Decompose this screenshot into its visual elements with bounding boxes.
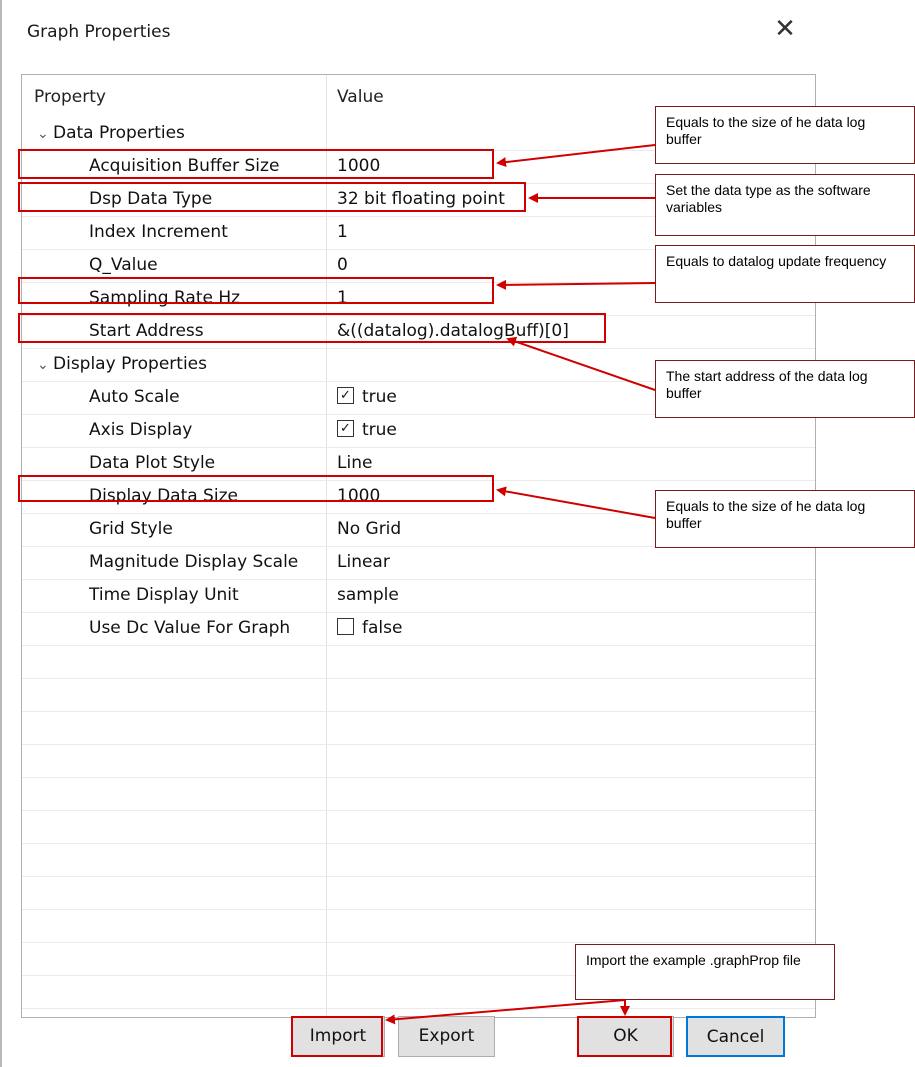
checkbox-checked[interactable]: ✓ [337, 386, 354, 404]
property-name: Q_Value [89, 255, 158, 275]
checkbox-checked[interactable]: ✓ [337, 419, 354, 437]
property-row[interactable]: Use Dc Value For Graph false [22, 612, 815, 646]
property-value[interactable]: false [337, 612, 402, 645]
checkbox-value: true [362, 387, 397, 407]
value-column-header[interactable]: Value [337, 75, 384, 119]
property-name: Start Address [89, 321, 204, 341]
ok-button[interactable]: OK [577, 1016, 674, 1057]
window-edge [0, 0, 2, 1067]
property-name: Use Dc Value For Graph [89, 618, 291, 638]
callout-display-size: Equals to the size of he data log buffer [655, 490, 915, 548]
category-data-properties: ⌄ Data Properties [37, 117, 185, 150]
close-icon[interactable]: ✕ [770, 14, 800, 44]
empty-row [22, 744, 815, 778]
property-value[interactable]: 1000 [337, 150, 380, 183]
checkbox-value: false [362, 618, 403, 638]
callout-import-hint: Import the example .graphProp file [575, 944, 835, 1000]
callout-data-type: Set the data type as the software variab… [655, 174, 915, 236]
property-value[interactable]: Linear [337, 546, 390, 579]
property-row[interactable]: Data Plot Style Line [22, 447, 815, 481]
empty-row [22, 678, 815, 712]
property-name: Magnitude Display Scale [89, 552, 299, 572]
empty-row [22, 810, 815, 844]
property-name: Dsp Data Type [89, 189, 213, 209]
checkbox-value: true [362, 420, 397, 440]
empty-row [22, 777, 815, 811]
property-row[interactable]: Magnitude Display Scale Linear [22, 546, 815, 580]
graph-properties-dialog: Graph Properties ✕ Property Value ⌄ Data … [0, 0, 915, 1067]
empty-row [22, 645, 815, 679]
property-row[interactable]: Start Address &((datalog).datalogBuff)[0… [22, 315, 815, 349]
property-name: Sampling Rate Hz [89, 288, 241, 308]
empty-row [22, 876, 815, 910]
property-value[interactable]: 1000 [337, 480, 380, 513]
property-value[interactable]: &((datalog).datalogBuff)[0] [337, 315, 569, 348]
property-value[interactable]: 1 [337, 216, 348, 249]
callout-buffer-size: Equals to the size of he data log buffer [655, 106, 915, 164]
dialog-title: Graph Properties [27, 22, 171, 42]
export-button[interactable]: Export [398, 1016, 495, 1057]
chevron-down-icon[interactable]: ⌄ [37, 349, 53, 382]
property-name: Data Plot Style [89, 453, 216, 473]
category-label: Data Properties [53, 123, 185, 143]
property-value[interactable]: sample [337, 579, 399, 612]
callout-start-address: The start address of the data log buffer [655, 360, 915, 418]
property-value[interactable]: No Grid [337, 513, 401, 546]
property-value[interactable]: 32 bit floating point [337, 183, 505, 216]
property-name: Grid Style [89, 519, 173, 539]
property-name: Display Data Size [89, 486, 238, 506]
property-row[interactable]: Axis Display ✓ true [22, 414, 815, 448]
empty-row [22, 711, 815, 745]
property-value[interactable]: 1 [337, 282, 348, 315]
property-value[interactable]: ✓ true [337, 381, 397, 414]
callout-sampling-rate: Equals to datalog update frequency [655, 245, 915, 303]
property-row[interactable]: Time Display Unit sample [22, 579, 815, 613]
cancel-button[interactable]: Cancel [686, 1016, 785, 1057]
import-button[interactable]: Import [291, 1016, 385, 1057]
property-value[interactable]: ✓ true [337, 414, 397, 447]
empty-row [22, 843, 815, 877]
empty-row [22, 909, 815, 943]
property-value[interactable]: Line [337, 447, 372, 480]
property-name: Axis Display [89, 420, 193, 440]
checkbox-unchecked[interactable] [337, 617, 354, 635]
property-name: Acquisition Buffer Size [89, 156, 280, 176]
property-name: Time Display Unit [89, 585, 239, 605]
property-name: Auto Scale [89, 387, 180, 407]
property-column-header[interactable]: Property [34, 75, 106, 119]
category-display-properties: ⌄ Display Properties [37, 348, 207, 381]
category-label: Display Properties [53, 354, 207, 374]
property-name: Index Increment [89, 222, 228, 242]
property-value[interactable]: 0 [337, 249, 348, 282]
chevron-down-icon[interactable]: ⌄ [37, 118, 53, 151]
